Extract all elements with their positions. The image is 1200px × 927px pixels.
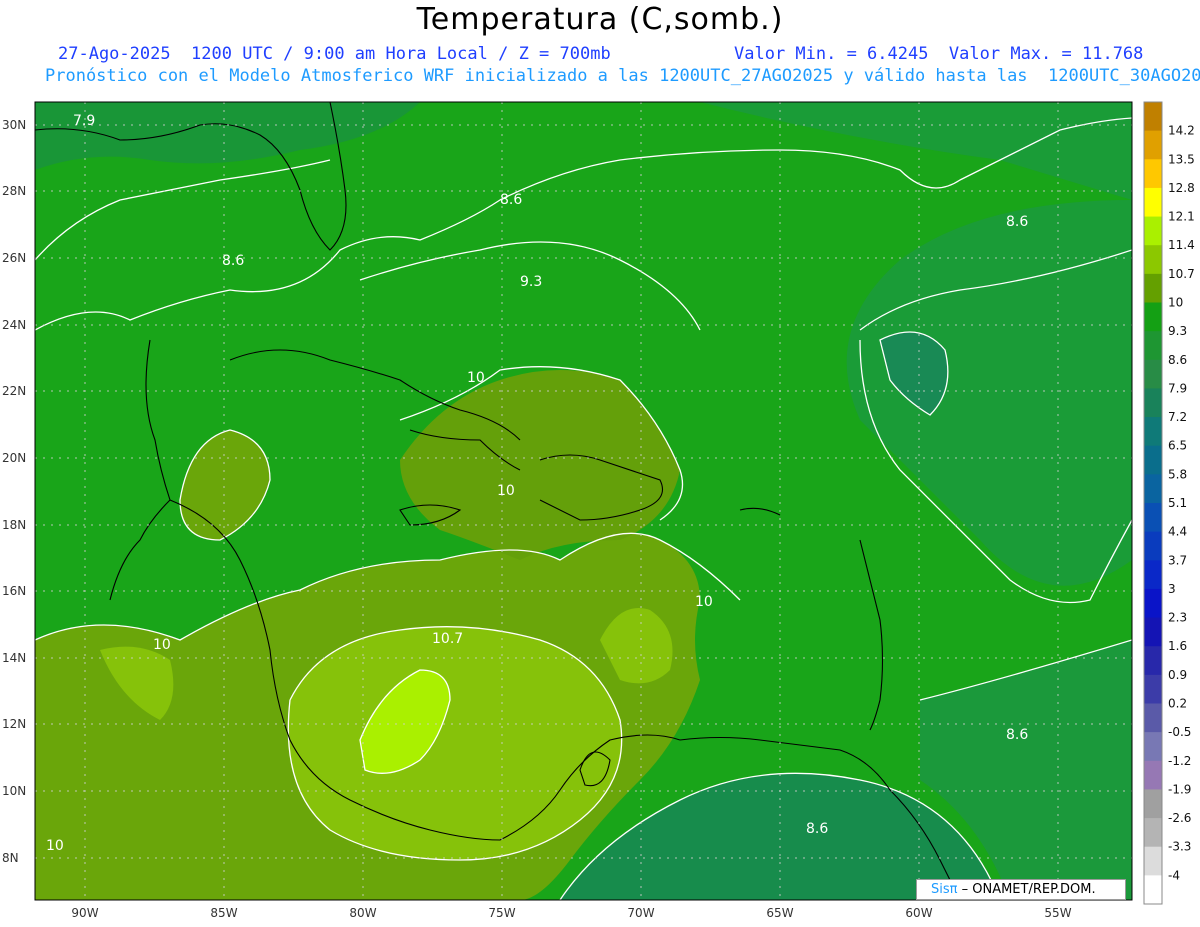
colorbar-swatch	[1144, 531, 1162, 561]
contour-label: 10.7	[432, 631, 463, 647]
colorbar-swatch	[1144, 159, 1162, 189]
colorbar-label: -1.9	[1168, 782, 1191, 796]
lon-label: 55W	[1044, 906, 1071, 920]
lon-label: 65W	[766, 906, 793, 920]
colorbar-label: 4.4	[1168, 525, 1187, 539]
lon-label: 85W	[210, 906, 237, 920]
colorbar-swatch	[1144, 187, 1162, 218]
contour-label: 10	[467, 370, 485, 386]
lat-label: 30N	[2, 118, 26, 132]
lon-label: 70W	[627, 906, 654, 920]
colorbar-label: 7.9	[1168, 381, 1187, 395]
colorbar-swatch	[1144, 560, 1162, 590]
lat-label: 16N	[2, 584, 26, 598]
colorbar-label: 10.7	[1168, 267, 1195, 281]
colorbar-label: 12.8	[1168, 181, 1195, 195]
longitude-axis: 90W 85W 80W 75W 70W 65W 60W 55W	[71, 906, 1071, 920]
colorbar-label: 9.3	[1168, 324, 1187, 338]
lat-label: 24N	[2, 318, 26, 332]
colorbar-label: 5.1	[1168, 496, 1187, 510]
colorbar-swatch	[1144, 216, 1162, 246]
contour-label: 10	[695, 594, 713, 610]
colorbar-swatch	[1144, 617, 1162, 647]
colorbar-label: 0.2	[1168, 697, 1187, 711]
colorbar-label: 0.9	[1168, 668, 1187, 682]
map-field: 7.9 8.6 8.6 8.6 9.3 10 10 10 10.7 10 10 …	[35, 102, 1132, 900]
contour-label: 10	[497, 483, 515, 499]
lat-label: 22N	[2, 384, 26, 398]
colorbar-swatch	[1144, 703, 1162, 733]
latitude-axis: 30N 28N 26N 24N 22N 20N 18N 16N 14N 12N …	[2, 118, 26, 865]
colorbar-label: 2.3	[1168, 611, 1187, 625]
lon-label: 60W	[905, 906, 932, 920]
colorbar-swatch	[1144, 273, 1162, 303]
colorbar-label: 8.6	[1168, 353, 1187, 367]
colorbar-swatch	[1144, 646, 1162, 676]
contour-label: 8.6	[806, 821, 828, 837]
colorbar-label: 14.2	[1168, 124, 1195, 138]
colorbar-swatch	[1144, 503, 1162, 533]
colorbar-label: 3.7	[1168, 553, 1187, 567]
colorbar-swatch	[1144, 388, 1162, 418]
colorbar-label: 13.5	[1168, 152, 1195, 166]
credit-box: Sisπ – ONAMET/REP.DOM.	[916, 879, 1126, 900]
colorbar-swatch	[1144, 445, 1162, 475]
colorbar-label: 1.6	[1168, 639, 1187, 653]
colorbar-swatch	[1144, 130, 1162, 160]
lat-label: 10N	[2, 784, 26, 798]
contour-label: 10	[46, 838, 64, 854]
colorbar-label: 7.2	[1168, 410, 1187, 424]
colorbar-label: 10	[1168, 296, 1183, 310]
lat-label: 8N	[2, 851, 19, 865]
contour-label: 7.9	[73, 113, 95, 129]
colorbar-label: 3	[1168, 582, 1176, 596]
temperature-map: 7.9 8.6 8.6 8.6 9.3 10 10 10 10.7 10 10 …	[2, 101, 1195, 920]
colorbar-swatch	[1144, 102, 1162, 132]
contour-label: 8.6	[1006, 214, 1028, 230]
colorbar-swatch	[1144, 417, 1162, 447]
colorbar-swatch	[1144, 588, 1162, 619]
colorbar-label: -2.6	[1168, 811, 1191, 825]
colorbar: 14.2 13.5 12.8 12.1 11.4 10.7 10 9.3 8.6 7.9 7.2 6.…	[1143, 101, 1195, 905]
colorbar-label: 6.5	[1168, 439, 1187, 453]
colorbar-swatch	[1144, 846, 1162, 876]
colorbar-swatch	[1144, 474, 1162, 504]
lat-label: 26N	[2, 251, 26, 265]
colorbar-swatch	[1144, 359, 1162, 389]
lat-label: 28N	[2, 184, 26, 198]
contour-label: 8.6	[222, 253, 244, 269]
colorbar-swatch	[1144, 674, 1162, 704]
lon-label: 90W	[71, 906, 98, 920]
sis-logo: Sisπ	[931, 882, 958, 897]
colorbar-label: -4	[1168, 868, 1180, 882]
lat-label: 14N	[2, 651, 26, 665]
contour-label: 8.6	[500, 192, 522, 208]
lat-label: 18N	[2, 518, 26, 532]
credit-org: – ONAMET/REP.DOM.	[957, 882, 1096, 897]
colorbar-swatch	[1144, 818, 1162, 848]
colorbar-label: -0.5	[1168, 725, 1191, 739]
colorbar-swatch	[1144, 760, 1162, 790]
colorbar-swatch	[1144, 875, 1162, 905]
lon-label: 75W	[488, 906, 515, 920]
warmer-region-central	[288, 626, 622, 860]
lon-label: 80W	[349, 906, 376, 920]
colorbar-label: 5.8	[1168, 467, 1187, 481]
colorbar-label: -3.3	[1168, 840, 1191, 854]
colorbar-label: 12.1	[1168, 210, 1195, 224]
lat-label: 20N	[2, 451, 26, 465]
contour-label: 8.6	[1006, 727, 1028, 743]
contour-label: 10	[153, 637, 171, 653]
colorbar-swatch	[1144, 732, 1162, 762]
colorbar-label: -1.2	[1168, 754, 1191, 768]
colorbar-swatch	[1144, 245, 1162, 275]
colorbar-swatch	[1144, 789, 1162, 819]
lat-label: 12N	[2, 717, 26, 731]
contour-label: 9.3	[520, 274, 542, 290]
colorbar-swatch	[1144, 302, 1162, 332]
colorbar-label: 11.4	[1168, 238, 1195, 252]
colorbar-swatch	[1144, 331, 1162, 361]
